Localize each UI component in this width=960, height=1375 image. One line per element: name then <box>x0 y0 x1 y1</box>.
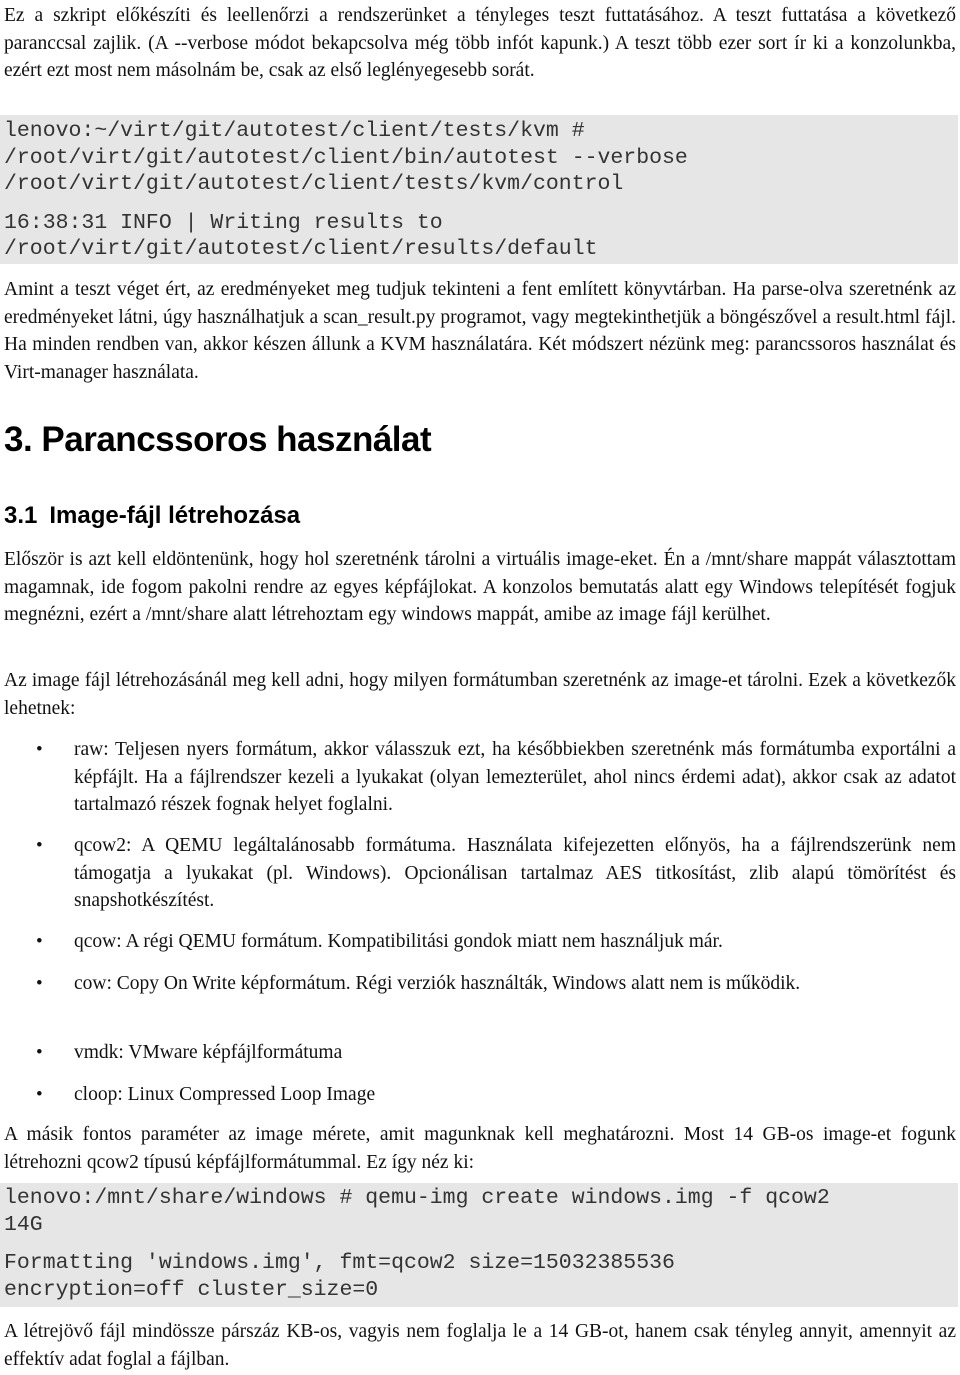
code-line: Formatting 'windows.img', fmt=qcow2 size… <box>4 1251 675 1275</box>
code-line: encryption=off cluster_size=0 <box>4 1277 379 1302</box>
format-paragraph: Az image fájl létrehozásánál meg kell ad… <box>4 670 956 719</box>
bullet-icon: • <box>36 1042 43 1063</box>
storage-paragraph: Először is azt kell eldöntenünk, hogy ho… <box>4 549 956 625</box>
code-line: /root/virt/git/autotest/client/tests/kvm… <box>4 172 624 196</box>
code-block-qemu-img: lenovo:/mnt/share/windows # qemu-img cre… <box>0 1183 958 1307</box>
code-line: 16:38:31 INFO | Writing results to <box>4 210 443 235</box>
code-line: lenovo:~/virt/git/autotest/client/tests/… <box>4 119 585 143</box>
bullet-icon: • <box>36 1084 43 1105</box>
bullet-icon: • <box>36 973 43 994</box>
bullet-icon: • <box>36 931 43 952</box>
subsection-heading: 3.1 Image-fájl létrehozása <box>4 502 300 530</box>
subsection-title: Image-fájl létrehozása <box>49 502 301 529</box>
closing-paragraph: A létrejövő fájl mindössze párszáz KB-os… <box>4 1321 956 1370</box>
size-paragraph: A másik fontos paraméter az image mérete… <box>4 1124 956 1173</box>
list-item-text: cow: Copy On Write képformátum. Régi ver… <box>74 973 801 994</box>
results-paragraph: Amint a teszt véget ért, az eredményeket… <box>4 279 956 383</box>
code-block-autotest: lenovo:~/virt/git/autotest/client/tests/… <box>0 115 958 264</box>
bullet-icon: • <box>36 835 43 856</box>
list-item-text: qcow2: A QEMU legáltalánosabb formátuma.… <box>74 835 956 911</box>
section-heading: 3. Parancssoros használat <box>4 420 432 459</box>
code-line: /root/virt/git/autotest/client/bin/autot… <box>4 145 688 170</box>
code-line: 14G <box>4 1212 43 1237</box>
code-line: /root/virt/git/autotest/client/results/d… <box>4 237 598 261</box>
list-item-text: raw: Teljesen nyers formátum, akkor vála… <box>74 739 956 815</box>
intro-paragraph: Ez a szkript előkészíti és leellenőrzi a… <box>4 5 956 81</box>
list-item-text: qcow: A régi QEMU formátum. Kompatibilit… <box>74 931 723 952</box>
subsection-number: 3.1 <box>4 502 38 529</box>
bullet-icon: • <box>36 739 43 760</box>
code-line: lenovo:/mnt/share/windows # qemu-img cre… <box>4 1186 830 1210</box>
list-item-text: cloop: Linux Compressed Loop Image <box>74 1084 376 1105</box>
list-item-text: vmdk: VMware képfájlformátuma <box>74 1042 343 1063</box>
